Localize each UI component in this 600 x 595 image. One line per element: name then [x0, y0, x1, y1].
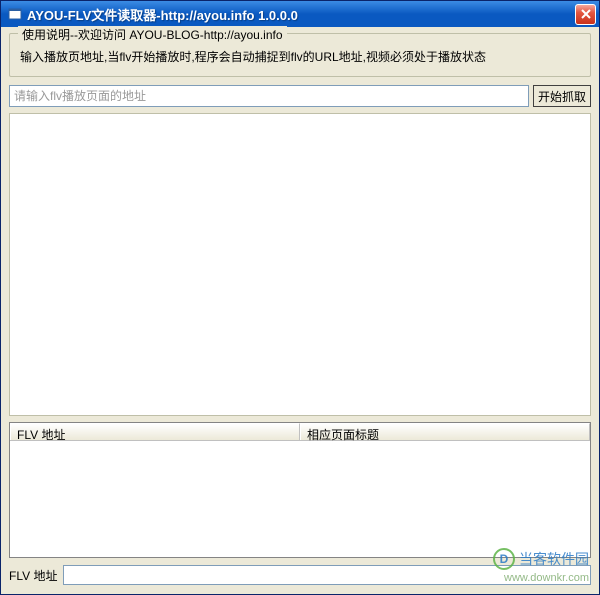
- column-page-title[interactable]: 相应页面标题: [300, 423, 590, 440]
- url-input[interactable]: [9, 85, 529, 107]
- column-flv-url[interactable]: FLV 地址: [10, 423, 300, 440]
- titlebar[interactable]: AYOU-FLV文件读取器-http://ayou.info 1.0.0.0: [1, 1, 599, 27]
- flv-url-output[interactable]: [63, 565, 591, 585]
- groupbox-title: 使用说明--欢迎访问 AYOU-BLOG-http://ayou.info: [18, 26, 287, 43]
- app-icon: [7, 6, 23, 22]
- capture-button[interactable]: 开始抓取: [533, 85, 591, 107]
- input-row: 开始抓取: [9, 85, 591, 107]
- flv-url-label: FLV 地址: [9, 567, 57, 584]
- listview-header: FLV 地址 相应页面标题: [10, 423, 590, 441]
- app-window: AYOU-FLV文件读取器-http://ayou.info 1.0.0.0 使…: [0, 0, 600, 595]
- bottom-row: FLV 地址: [9, 564, 591, 586]
- window-title: AYOU-FLV文件读取器-http://ayou.info 1.0.0.0: [27, 5, 575, 24]
- instruction-text: 输入播放页地址,当flv开始播放时,程序会自动捕捉到flv的URL地址,视频必须…: [20, 48, 580, 66]
- client-area: 使用说明--欢迎访问 AYOU-BLOG-http://ayou.info 输入…: [1, 27, 599, 594]
- browser-panel[interactable]: [9, 113, 591, 416]
- instructions-groupbox: 使用说明--欢迎访问 AYOU-BLOG-http://ayou.info 输入…: [9, 33, 591, 77]
- listview-body[interactable]: [10, 441, 590, 557]
- results-listview[interactable]: FLV 地址 相应页面标题: [9, 422, 591, 558]
- close-button[interactable]: [575, 4, 596, 25]
